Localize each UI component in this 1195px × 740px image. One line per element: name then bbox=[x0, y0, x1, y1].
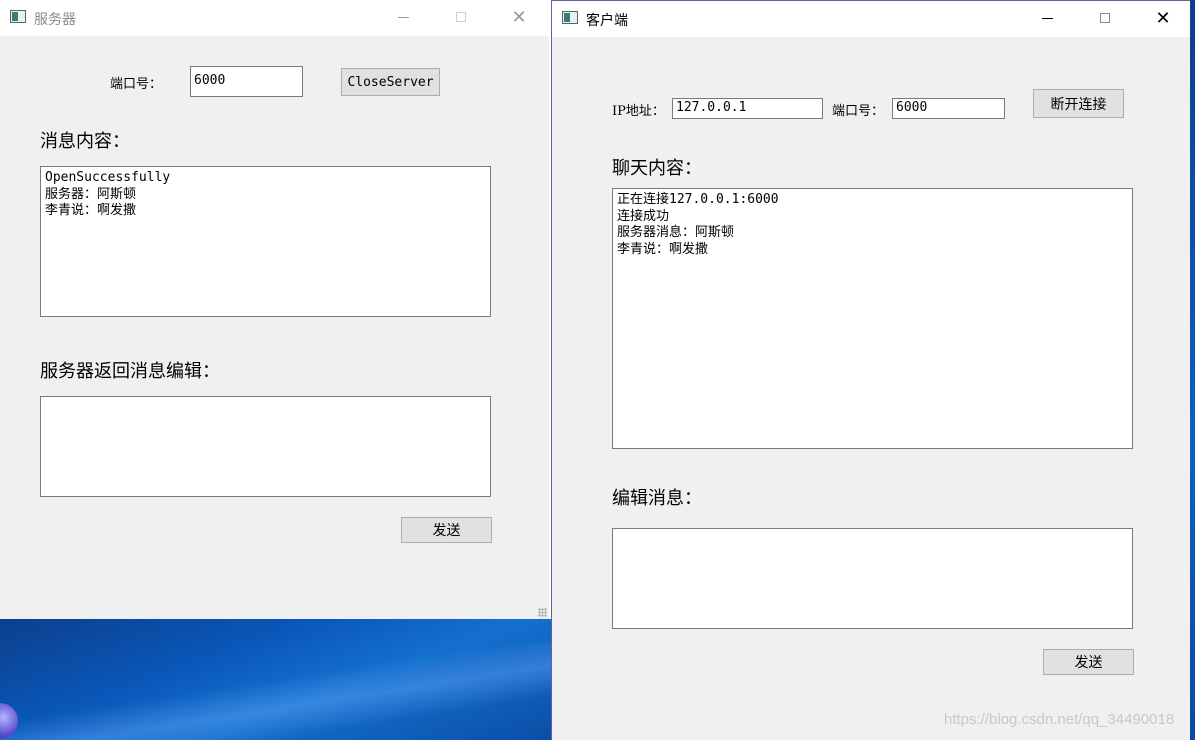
message-line: 李青说：啊发撒 bbox=[45, 203, 137, 218]
client-titlebar[interactable]: 客户端 ✕ bbox=[552, 1, 1190, 37]
server-send-button[interactable]: 发送 bbox=[401, 517, 492, 543]
disconnect-button[interactable]: 断开连接 bbox=[1033, 89, 1124, 118]
minimize-icon[interactable] bbox=[1024, 1, 1070, 35]
close-icon[interactable]: ✕ bbox=[496, 0, 542, 34]
app-window-icon bbox=[562, 11, 578, 24]
client-edit-label: 编辑消息： bbox=[612, 488, 702, 509]
server-messages-textarea[interactable]: OpenSuccessfully 服务器：阿斯顿 李青说：啊发撒 bbox=[40, 166, 491, 317]
client-port-input[interactable]: 6000 bbox=[892, 98, 1005, 119]
client-send-button[interactable]: 发送 bbox=[1043, 649, 1134, 675]
maximize-icon[interactable] bbox=[438, 0, 484, 34]
close-server-button[interactable]: CloseServer bbox=[341, 68, 440, 96]
close-icon[interactable]: ✕ bbox=[1140, 1, 1186, 35]
wallpaper-light-streak bbox=[0, 634, 551, 740]
watermark-text: https://blog.csdn.net/qq_34490018 bbox=[944, 711, 1175, 728]
client-ip-input[interactable]: 127.0.0.1 bbox=[672, 98, 823, 119]
desktop-background bbox=[0, 619, 551, 740]
server-window: 服务器 ✕ 端口号： 6000 CloseServer 消息内容： OpenSu… bbox=[0, 0, 549, 619]
chat-line: 服务器消息：阿斯顿 bbox=[617, 225, 735, 240]
client-window-title: 客户端 bbox=[586, 13, 628, 29]
server-reply-textarea[interactable] bbox=[40, 396, 491, 497]
maximize-icon[interactable] bbox=[1082, 1, 1128, 35]
chat-line: 李青说：啊发撒 bbox=[617, 241, 709, 257]
minimize-icon[interactable] bbox=[380, 0, 426, 34]
message-line: 服务器：阿斯顿 bbox=[45, 186, 137, 202]
client-ip-label: IP地址： bbox=[612, 104, 665, 119]
app-window-icon bbox=[10, 10, 26, 23]
server-titlebar[interactable]: 服务器 ✕ bbox=[0, 0, 549, 36]
message-line: OpenSuccessfully bbox=[45, 170, 171, 185]
desktop-background-edge bbox=[1190, 0, 1195, 740]
chat-line: 正在连接127.0.0.1:6000 bbox=[617, 192, 779, 207]
client-edit-textarea[interactable] bbox=[612, 528, 1133, 629]
client-port-label: 端口号： bbox=[832, 104, 885, 119]
server-window-title: 服务器 bbox=[34, 12, 76, 28]
server-reply-label: 服务器返回消息编辑： bbox=[40, 361, 220, 382]
server-messages-label: 消息内容： bbox=[40, 131, 130, 152]
client-chat-textarea[interactable]: 正在连接127.0.0.1:6000 连接成功 服务器消息：阿斯顿 李青说：啊发… bbox=[612, 188, 1133, 449]
server-port-input[interactable]: 6000 bbox=[190, 66, 303, 97]
client-chat-label: 聊天内容： bbox=[612, 158, 702, 179]
server-port-label: 端口号： bbox=[110, 77, 163, 92]
chat-line: 连接成功 bbox=[617, 208, 670, 224]
client-window: 客户端 ✕ IP地址： 127.0.0.1 端口号： 6000 断开连接 聊天内… bbox=[551, 0, 1190, 740]
resize-grip[interactable] bbox=[538, 608, 547, 617]
